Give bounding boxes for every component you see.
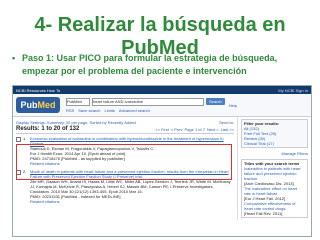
pager: << First < Prev Page 1 of 7 Next > Last … — [155, 127, 234, 132]
results-main: Display Settings: Summary, 20 per page, … — [13, 117, 311, 220]
pager-prev[interactable]: < Prev — [171, 127, 183, 132]
pager-next[interactable]: Next > — [207, 127, 219, 132]
advanced-search-link[interactable]: Advanced search — [119, 108, 150, 113]
filter-item[interactable]: Clinical Trial (17) — [244, 141, 305, 146]
titles-entry-link[interactable]: Ivabradine in patients with heart failur… — [244, 166, 305, 181]
search-sublinks: RSS Save search Limits Advanced search — [66, 108, 225, 113]
pager-page[interactable]: Page 1 of 7 — [185, 127, 205, 132]
ncbi-topbar: NCBI Resources How To My NCBI Sign In — [13, 86, 311, 94]
account-links[interactable]: My NCBI Sign In — [278, 88, 308, 93]
titles-entry-link[interactable]: Comparative effectiveness of heart rate … — [244, 201, 305, 211]
search-area: PubMed heart failure AND ivabradine Sear… — [66, 97, 225, 113]
bullet-point: • Paso 1: Usar PICO para formular la est… — [12, 52, 312, 78]
result-authors: Zile MR, Gaasch WH, Anand IS, Haass M, L… — [30, 179, 231, 189]
bullet-text: Paso 1: Usar PICO para formular la estra… — [22, 53, 278, 76]
titles-box: Titles with your search terms Ivabradine… — [241, 159, 308, 218]
related-citations-link[interactable]: Related citations — [30, 199, 234, 204]
filters-box: Filter your results: All (132) Free Full… — [241, 119, 308, 148]
database-select[interactable]: PubMed — [66, 97, 90, 106]
bullet-dot-icon: • — [12, 53, 16, 63]
highlight-box — [16, 144, 232, 180]
sidebar: Filter your results: All (132) Free Full… — [237, 117, 311, 220]
help-link[interactable]: Help — [229, 103, 237, 108]
pubmed-screenshot: NCBI Resources How To My NCBI Sign In Pu… — [12, 85, 312, 237]
result-checkbox[interactable] — [16, 137, 21, 142]
limits-link[interactable]: Limits — [104, 108, 114, 113]
send-to-link[interactable]: Send to: — [219, 120, 234, 125]
rss-link[interactable]: RSS — [66, 108, 74, 113]
titles-entry-meta: [Heart Fail Rev. 2011] — [244, 211, 283, 216]
results-header: Results: 1 to 20 of 132 << First < Prev … — [16, 125, 234, 134]
titles-entry-link[interactable]: The ivabradine effect on heart rate in h… — [244, 186, 305, 196]
search-input[interactable]: heart failure AND ivabradine — [92, 97, 204, 106]
display-settings-link[interactable]: Display Settings: Summary, 20 per page, … — [16, 120, 136, 125]
results-column: Display Settings: Summary, 20 per page, … — [13, 117, 237, 220]
pager-first[interactable]: << First — [155, 127, 169, 132]
save-search-link[interactable]: Save search — [78, 108, 100, 113]
pager-last[interactable]: Last >> — [221, 127, 234, 132]
manage-filters-link[interactable]: Manage Filters — [241, 151, 308, 156]
pubmed-header: Pub Med PubMed heart failure AND ivabradi… — [13, 94, 311, 117]
ncbi-nav[interactable]: NCBI Resources How To — [16, 88, 60, 93]
results-count: Results: 1 to 20 of 132 — [16, 126, 80, 132]
pubmed-logo[interactable]: Pub Med — [16, 97, 60, 113]
search-button[interactable]: Search — [206, 98, 225, 105]
